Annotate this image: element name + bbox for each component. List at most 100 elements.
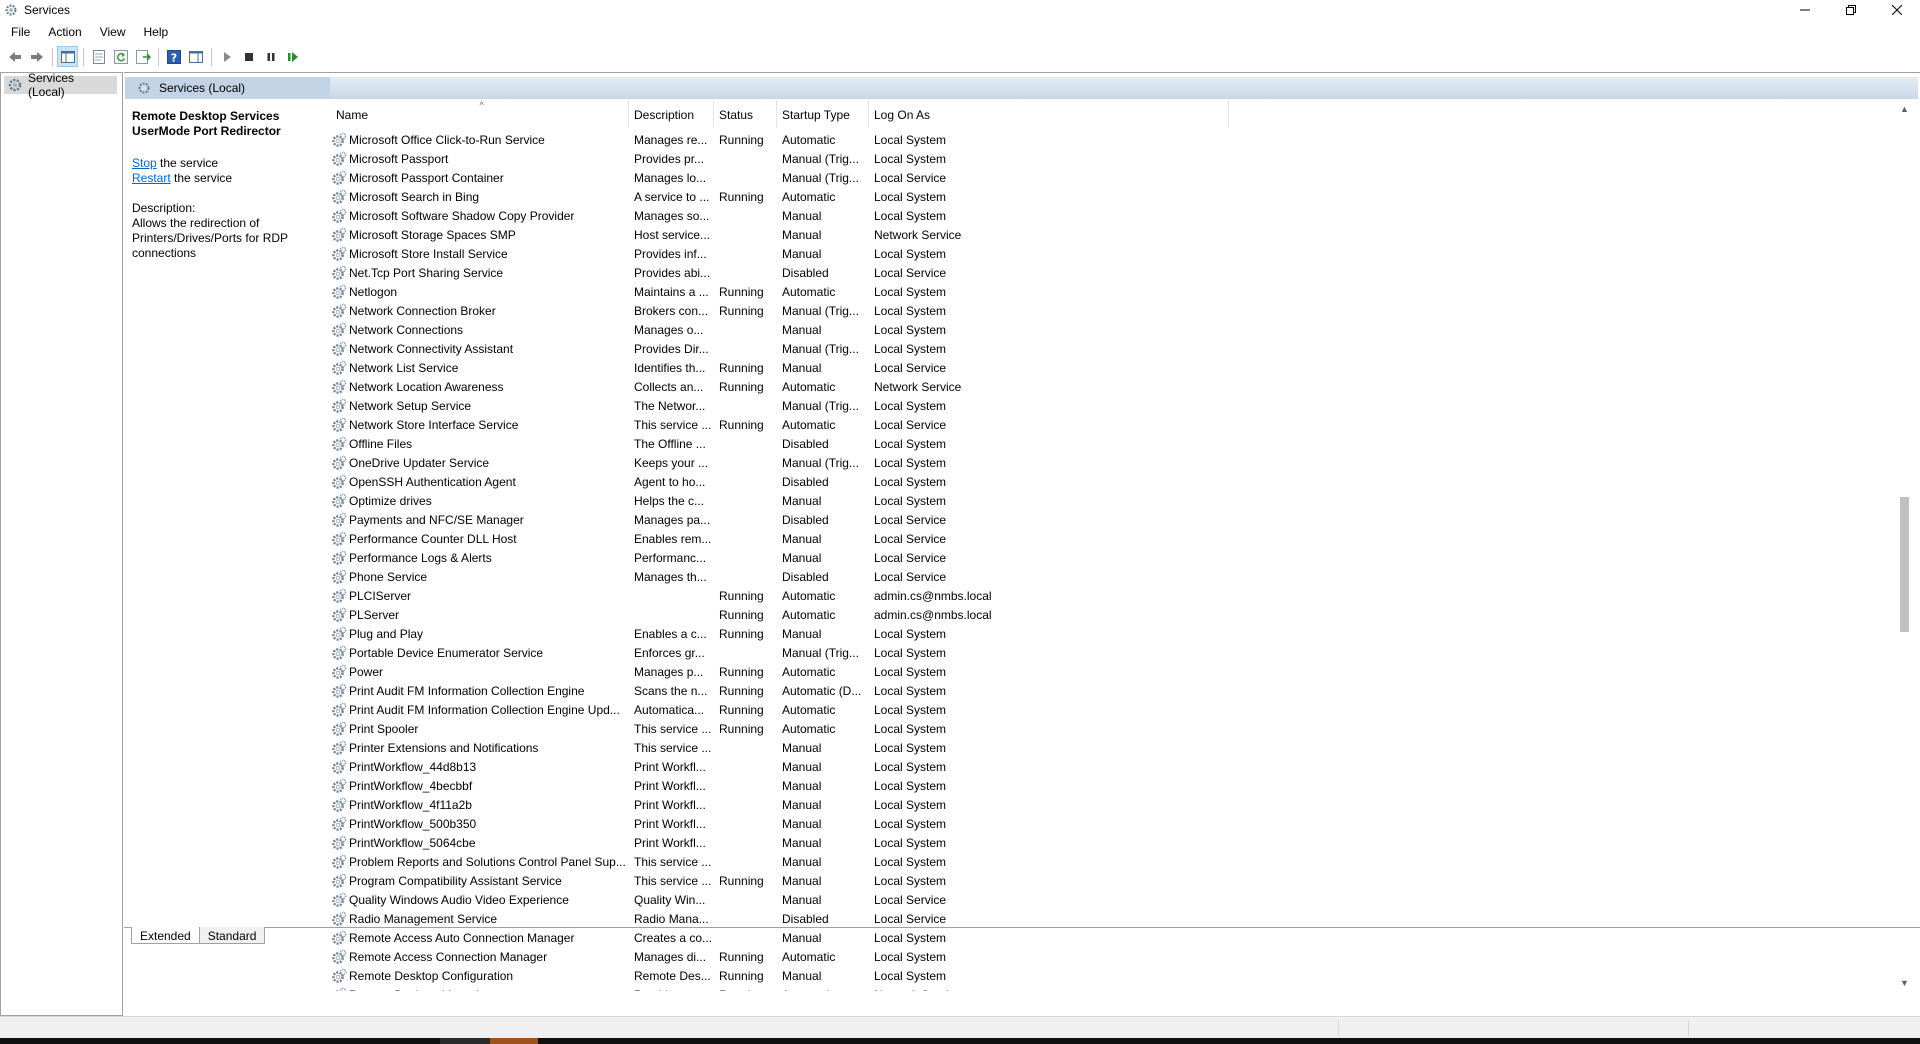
show-hide-console-tree-icon <box>60 50 75 63</box>
refresh-button[interactable] <box>110 46 131 67</box>
service-name: Microsoft Passport <box>349 151 449 166</box>
scrollbar-thumb[interactable] <box>1900 497 1909 632</box>
column-header-status[interactable]: Status <box>714 98 777 128</box>
service-row[interactable]: Remote Desktop Licensing Provides re...Ru… <box>331 985 1119 991</box>
properties-button[interactable] <box>88 46 109 67</box>
forward-button[interactable] <box>26 46 47 67</box>
service-row[interactable]: Print Audit FM Information Collection En… <box>331 681 1119 700</box>
service-row[interactable]: OneDrive Updater Service Keeps your ... Ma… <box>331 453 1119 472</box>
service-row[interactable]: Radio Management Service Radio Mana... Dis… <box>331 909 1119 928</box>
service-row[interactable]: PrintWorkflow_4becbbf Print Workfl... Manu… <box>331 776 1119 795</box>
service-startup-type: Manual <box>782 626 822 641</box>
service-name-cell: Phone Service <box>331 569 629 585</box>
back-button[interactable] <box>4 46 25 67</box>
service-row[interactable]: PrintWorkflow_500b350 Print Workfl... Manu… <box>331 814 1119 833</box>
service-row[interactable]: Network Store Interface Service This serv… <box>331 415 1119 434</box>
service-name: Payments and NFC/SE Manager <box>349 512 524 527</box>
service-row[interactable]: Print Audit FM Information Collection En… <box>331 700 1119 719</box>
tab-extended[interactable]: Extended <box>131 927 200 944</box>
pause-service-button[interactable] <box>260 46 281 67</box>
service-description: Manages so... <box>634 208 710 223</box>
service-row[interactable]: OpenSSH Authentication Agent Agent to ho.… <box>331 472 1119 491</box>
service-row[interactable]: Network Setup Service The Networ... Manual… <box>331 396 1119 415</box>
service-row[interactable]: Print Spooler This service ... Running Auto… <box>331 719 1119 738</box>
service-gear-icon <box>332 227 347 242</box>
service-name: PrintWorkflow_4f11a2b <box>349 797 472 812</box>
service-row[interactable]: Offline Files The Offline ... Disabled Loca… <box>331 434 1119 453</box>
service-log-on-as: Local System <box>874 341 947 356</box>
service-row[interactable]: PrintWorkflow_44d8b13 Print Workfl... Manu… <box>331 757 1119 776</box>
service-row[interactable]: Remote Desktop Configuration Remote Des..… <box>331 966 1119 985</box>
service-row[interactable]: Net.Tcp Port Sharing Service Provides abi… <box>331 263 1119 282</box>
service-log-on-as: Local System <box>874 854 947 869</box>
service-startup-type: Manual <box>782 360 822 375</box>
service-row[interactable]: Netlogon Maintains a ... Running Automatic L… <box>331 282 1119 301</box>
service-row[interactable]: Plug and Play Enables a c... Running Manual… <box>331 624 1119 643</box>
service-row[interactable]: Program Compatibility Assistant Service T… <box>331 871 1119 890</box>
service-row[interactable]: Microsoft Office Click-to-Run Service Man… <box>331 130 1119 149</box>
menu-action[interactable]: Action <box>37 25 88 39</box>
tab-standard[interactable]: Standard <box>198 927 266 944</box>
service-row[interactable]: Microsoft Passport Provides pr... Manual (… <box>331 149 1119 168</box>
column-header-description[interactable]: Description <box>629 98 714 128</box>
service-row[interactable]: Performance Counter DLL Host Enables rem.… <box>331 529 1119 548</box>
column-header-log-on-as[interactable]: Log On As <box>869 98 1229 128</box>
restart-service-link[interactable]: Restart <box>132 171 171 185</box>
service-description: Keeps your ... <box>634 455 709 470</box>
stop-service-link[interactable]: Stop <box>132 156 157 170</box>
show-hide-action-pane-icon <box>188 50 203 63</box>
service-row[interactable]: Microsoft Software Shadow Copy Provider M… <box>331 206 1119 225</box>
tree-item-services-local[interactable]: Services (Local) <box>4 71 117 99</box>
minimize-button[interactable] <box>1782 0 1828 20</box>
service-name: Network List Service <box>349 360 459 375</box>
service-row[interactable]: Payments and NFC/SE Manager Manages pa...… <box>331 510 1119 529</box>
service-description: This service ... <box>634 740 712 755</box>
service-row[interactable]: Performance Logs & Alerts Performanc... Ma… <box>331 548 1119 567</box>
service-startup-type: Manual <box>782 968 822 983</box>
service-row[interactable]: Network Connectivity Assistant Provides D… <box>331 339 1119 358</box>
service-row[interactable]: Portable Device Enumerator Service Enforc… <box>331 643 1119 662</box>
service-row[interactable]: Microsoft Store Install Service Provides … <box>331 244 1119 263</box>
service-row[interactable]: Optimize drives Helps the c... Manual Local… <box>331 491 1119 510</box>
service-row[interactable]: Problem Reports and Solutions Control Pa… <box>331 852 1119 871</box>
column-header-name[interactable]: ^ Name <box>331 98 629 128</box>
scroll-down-icon[interactable]: ▼ <box>1896 974 1913 991</box>
start-service-button[interactable] <box>216 46 237 67</box>
restore-button[interactable] <box>1828 0 1874 20</box>
close-button[interactable] <box>1874 0 1920 20</box>
service-row[interactable]: PrintWorkflow_4f11a2b Print Workfl... Manu… <box>331 795 1119 814</box>
service-log-on-as: Local System <box>874 949 947 964</box>
menu-view[interactable]: View <box>89 25 133 39</box>
export-list-button[interactable] <box>132 46 153 67</box>
service-row[interactable]: Power Manages p... Running Automatic Local S… <box>331 662 1119 681</box>
tabs-divider <box>124 927 1920 928</box>
menu-help[interactable]: Help <box>133 25 176 39</box>
show-hide-action-pane-button[interactable] <box>185 46 206 67</box>
help-button[interactable]: ? <box>163 46 184 67</box>
show-hide-console-tree-button[interactable] <box>57 46 78 67</box>
vertical-scrollbar[interactable]: ▲ ▼ <box>1896 100 1913 991</box>
service-row[interactable]: Network Connections Manages o... Manual Loc… <box>331 320 1119 339</box>
service-status: Running <box>719 284 764 299</box>
service-row[interactable]: Network List Service Identifies th... Runn… <box>331 358 1119 377</box>
service-row[interactable]: Microsoft Storage Spaces SMP Host service… <box>331 225 1119 244</box>
service-row[interactable]: Printer Extensions and Notifications This… <box>331 738 1119 757</box>
service-log-on-as: Local System <box>874 189 947 204</box>
stop-service-button[interactable] <box>238 46 259 67</box>
restart-service-button[interactable] <box>282 46 303 67</box>
column-header-startup-type[interactable]: Startup Type <box>777 98 869 128</box>
service-row[interactable]: Network Connection Broker Brokers con... R… <box>331 301 1119 320</box>
service-name: PrintWorkflow_4becbbf <box>349 778 473 793</box>
service-row[interactable]: Remote Access Connection Manager Manages … <box>331 947 1119 966</box>
scroll-up-icon[interactable]: ▲ <box>1896 100 1913 117</box>
service-row[interactable]: Quality Windows Audio Video Experience Qu… <box>331 890 1119 909</box>
service-row[interactable]: Phone Service Manages th... Disabled Local … <box>331 567 1119 586</box>
service-row[interactable]: PrintWorkflow_5064cbe Print Workfl... Manu… <box>331 833 1119 852</box>
service-row[interactable]: Remote Access Auto Connection Manager Cre… <box>331 928 1119 947</box>
menu-file[interactable]: File <box>0 25 37 39</box>
service-row[interactable]: PLCIServer Running Automatic admin.cs@nmbs.… <box>331 586 1119 605</box>
service-row[interactable]: Microsoft Passport Container Manages lo..… <box>331 168 1119 187</box>
service-row[interactable]: PLServer Running Automatic admin.cs@nmbs.lo… <box>331 605 1119 624</box>
service-row[interactable]: Network Location Awareness Collects an...… <box>331 377 1119 396</box>
service-row[interactable]: Microsoft Search in Bing A service to ...… <box>331 187 1119 206</box>
